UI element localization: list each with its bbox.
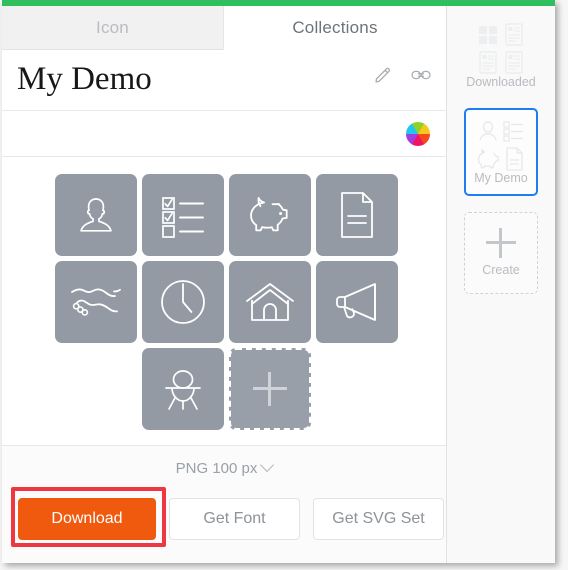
color-toolbar bbox=[2, 111, 446, 157]
icon-tile-document[interactable] bbox=[316, 174, 398, 256]
sidebar-card-downloaded-label: Downloaded bbox=[466, 75, 536, 89]
export-bar: PNG 100 px Download Get Font Get SVG Set bbox=[2, 445, 446, 563]
tab-icon[interactable]: Icon bbox=[2, 6, 224, 50]
piggy-bank-icon bbox=[250, 197, 288, 232]
sidebar-card-my-demo[interactable]: My Demo bbox=[464, 108, 538, 196]
icon-tile-megaphone[interactable] bbox=[316, 261, 398, 343]
clock-icon bbox=[161, 280, 205, 324]
id-card-icon bbox=[479, 51, 497, 74]
icon-tile-home[interactable] bbox=[229, 261, 311, 343]
get-svg-set-button-label: Get SVG Set bbox=[332, 510, 425, 527]
sidebar-card-create[interactable]: Create bbox=[464, 212, 538, 294]
icon-grid-last-row bbox=[55, 348, 401, 430]
windows-grid-icon bbox=[479, 26, 497, 44]
main-panel: Icon Collections My Demo PNG 100 px Down… bbox=[2, 6, 447, 563]
tab-bar: Icon Collections bbox=[2, 6, 446, 50]
collection-header-actions bbox=[372, 64, 432, 86]
download-button-label: Download bbox=[51, 510, 123, 527]
construction-worker-icon bbox=[165, 370, 201, 410]
icon-tile-user-avatar[interactable] bbox=[55, 174, 137, 256]
tab-collections-label: Collections bbox=[292, 17, 378, 37]
document-lines-icon bbox=[505, 23, 523, 46]
get-font-button-label: Get Font bbox=[203, 510, 266, 527]
piggy-bank-icon bbox=[477, 148, 499, 169]
chevron-down-icon bbox=[260, 457, 275, 473]
icon-grid bbox=[55, 174, 401, 430]
icon-tile-clock[interactable] bbox=[142, 261, 224, 343]
handshake-icon bbox=[71, 288, 121, 316]
screenshot-root: Icon Collections My Demo PNG 100 px Down… bbox=[0, 0, 568, 570]
document-icon bbox=[506, 147, 523, 171]
pencil-icon[interactable] bbox=[372, 64, 394, 86]
download-button[interactable]: Download bbox=[18, 498, 156, 540]
document-icon bbox=[341, 192, 373, 238]
add-icon-tile[interactable] bbox=[229, 348, 311, 430]
tab-collections[interactable]: Collections bbox=[224, 6, 446, 50]
format-selector[interactable]: PNG 100 px bbox=[2, 457, 446, 477]
sidebar-card-my-demo-thumb bbox=[466, 110, 536, 171]
checklist-icon bbox=[162, 197, 204, 238]
link-icon[interactable] bbox=[410, 64, 432, 86]
collection-header: My Demo bbox=[2, 50, 446, 111]
user-avatar-icon bbox=[80, 198, 112, 232]
checklist-icon bbox=[503, 121, 523, 142]
app-window: Icon Collections My Demo PNG 100 px Down… bbox=[2, 0, 555, 563]
icon-grid-area bbox=[2, 157, 446, 445]
tab-icon-label: Icon bbox=[96, 17, 129, 37]
icon-tile-construction-worker[interactable] bbox=[142, 348, 224, 430]
sidebar-card-downloaded-thumb bbox=[464, 14, 538, 74]
icon-tile-piggy-bank[interactable] bbox=[229, 174, 311, 256]
plus-icon bbox=[253, 372, 287, 406]
sidebar-card-create-label: Create bbox=[482, 263, 520, 277]
plus-icon bbox=[486, 228, 516, 258]
sidebar-card-downloaded[interactable]: Downloaded bbox=[464, 14, 538, 98]
page-title: My Demo bbox=[17, 61, 152, 97]
icon-tile-handshake[interactable] bbox=[55, 261, 137, 343]
sidebar-card-my-demo-label: My Demo bbox=[474, 171, 528, 185]
megaphone-icon bbox=[336, 283, 376, 321]
icon-tile-checklist[interactable] bbox=[142, 174, 224, 256]
format-selector-label: PNG 100 px bbox=[175, 460, 258, 477]
get-svg-set-button[interactable]: Get SVG Set bbox=[313, 498, 444, 540]
collections-sidebar: Downloaded My Demo Create bbox=[447, 6, 555, 563]
contact-card-icon bbox=[505, 51, 523, 74]
user-avatar-icon bbox=[479, 121, 497, 141]
home-icon bbox=[246, 283, 294, 321]
get-font-button[interactable]: Get Font bbox=[169, 498, 300, 540]
export-button-row: Download Get Font Get SVG Set bbox=[18, 498, 444, 540]
color-wheel-icon[interactable] bbox=[406, 122, 430, 146]
